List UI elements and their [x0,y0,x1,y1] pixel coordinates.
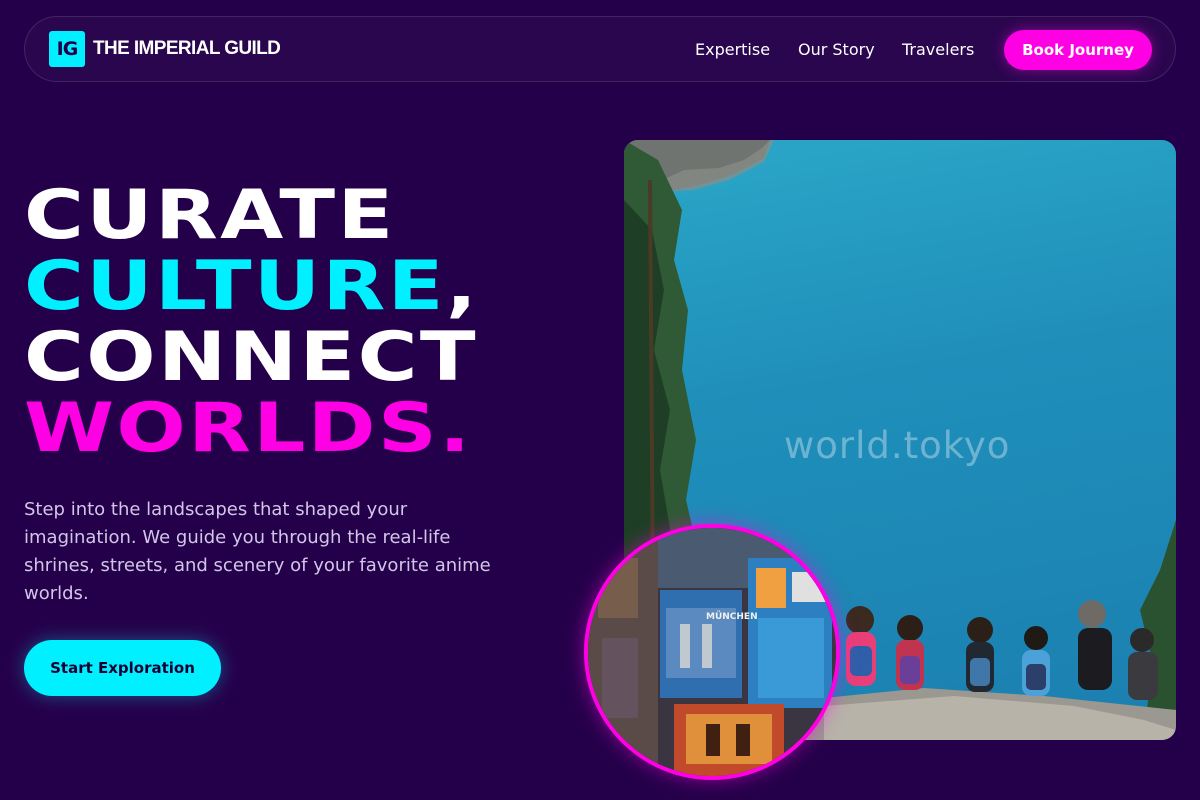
start-exploration-button[interactable]: Start Exploration [24,640,221,696]
hero-subtitle: Step into the landscapes that shaped you… [24,499,491,604]
headline-line-3: CONNECT [24,318,478,397]
nav-link-our-story[interactable]: Our Story [798,40,875,59]
brand-name[interactable]: THE IMPERIAL GUILD [93,38,281,60]
headline-line-4: WORLDS. [24,389,473,468]
top-navigation: IG THE IMPERIAL GUILD Expertise Our Stor… [24,16,1176,82]
image-watermark: world.tokyo [784,424,1011,467]
book-journey-button[interactable]: Book Journey [1004,30,1152,70]
nav-link-travelers[interactable]: Travelers [902,40,974,59]
postcard-label: MÜNCHEN [706,612,758,622]
hero-headline: CURATE CULTURE, CONNECT WORLDS. [24,180,479,464]
postcard-illustration [588,528,836,776]
headline-line-2: CULTURE, [24,251,479,322]
nav-link-expertise[interactable]: Expertise [695,40,770,59]
headline-comma: , [445,247,480,326]
headline-word-culture: CULTURE [24,247,446,326]
postcard-rack-photo: MÜNCHEN [584,524,840,780]
logo-badge[interactable]: IG [49,31,85,67]
headline-line-1: CURATE [24,176,396,255]
